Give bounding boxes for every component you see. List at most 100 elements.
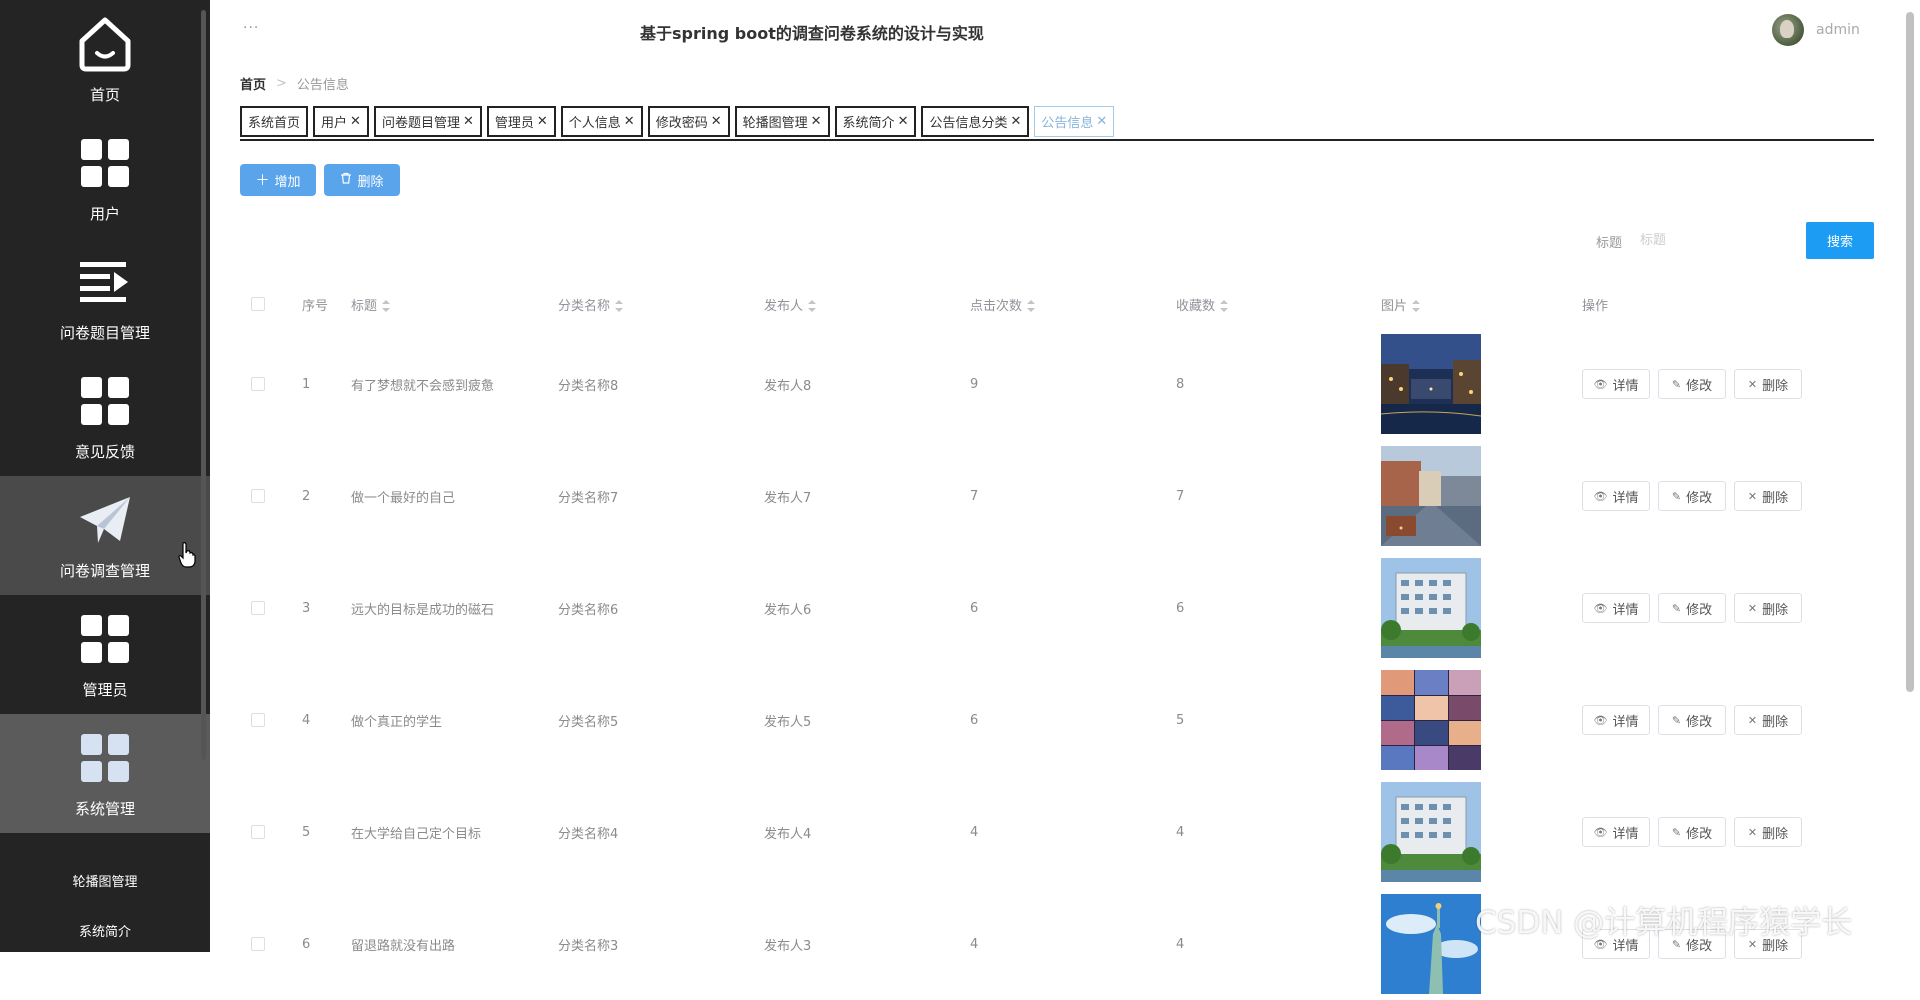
- row-checkbox[interactable]: [251, 713, 265, 727]
- user-name[interactable]: admin: [1816, 22, 1860, 38]
- user-menu[interactable]: admin: [1772, 14, 1860, 46]
- sidebar-item-survey-management[interactable]: 问卷调查管理: [0, 476, 210, 595]
- row-delete-button[interactable]: ✕ 删除: [1734, 817, 1802, 847]
- row-delete-button[interactable]: ✕ 删除: [1734, 481, 1802, 511]
- close-icon[interactable]: ✕: [537, 114, 548, 129]
- sidebar-subitem-label: 系统简介: [78, 924, 131, 940]
- delete-button[interactable]: 删除: [324, 164, 400, 196]
- thumbnail-image-night-canal[interactable]: [1381, 334, 1481, 434]
- sidebar-item-label: 问卷题目管理: [59, 324, 150, 342]
- close-icon[interactable]: ✕: [1010, 114, 1021, 129]
- close-icon: ✕: [1747, 601, 1758, 615]
- row-checkbox[interactable]: [251, 601, 265, 615]
- sort-icon[interactable]: [1027, 300, 1036, 312]
- close-icon[interactable]: ✕: [811, 114, 822, 129]
- thumbnail-image-photo-collage[interactable]: [1381, 670, 1481, 770]
- tab-notice-category[interactable]: 公告信息分类 ✕: [921, 106, 1030, 137]
- column-header-image[interactable]: 图片: [1381, 295, 1421, 314]
- sidebar-item-home[interactable]: 首页: [0, 0, 210, 119]
- cell-publisher: 发布人6: [764, 602, 812, 618]
- row-delete-button[interactable]: ✕ 删除: [1734, 369, 1802, 399]
- column-header-favorites[interactable]: 收藏数: [1176, 295, 1229, 314]
- thumbnail-image-apartment-building[interactable]: [1381, 782, 1481, 882]
- detail-button[interactable]: 👁 详情: [1582, 817, 1650, 847]
- close-icon[interactable]: ✕: [898, 114, 909, 129]
- sort-icon[interactable]: [1412, 300, 1421, 312]
- sidebar-item-feedback[interactable]: 意见反馈: [0, 357, 210, 476]
- column-header-clicks[interactable]: 点击次数: [970, 295, 1036, 314]
- tab-system-home[interactable]: 系统首页: [240, 106, 309, 137]
- cell-clicks: 9: [970, 376, 979, 392]
- thumbnail-image-city-street[interactable]: [1381, 446, 1481, 546]
- detail-button[interactable]: 👁 详情: [1582, 705, 1650, 735]
- row-checkbox[interactable]: [251, 377, 265, 391]
- cell-category: 分类名称8: [558, 378, 619, 394]
- notice-table: 序号 标题 分类名称 发布人 点击次数 收藏数 图片 操作 1 有了梦想就不会感…: [240, 280, 1874, 1000]
- close-icon[interactable]: ✕: [350, 114, 361, 129]
- page-scrollbar[interactable]: [1906, 12, 1914, 692]
- column-header-category[interactable]: 分类名称: [558, 295, 624, 314]
- select-all-checkbox[interactable]: [251, 297, 265, 311]
- tab-users[interactable]: 用户 ✕: [313, 106, 369, 137]
- row-delete-button[interactable]: ✕ 删除: [1734, 705, 1802, 735]
- more-menu-icon[interactable]: ···: [243, 20, 259, 36]
- sort-icon[interactable]: [808, 300, 817, 312]
- sort-icon[interactable]: [615, 300, 624, 312]
- tab-notice-info[interactable]: 公告信息 ✕: [1034, 106, 1115, 137]
- detail-button[interactable]: 👁 详情: [1582, 481, 1650, 511]
- search-button[interactable]: 搜索: [1806, 222, 1874, 259]
- sidebar-subitem-intro[interactable]: 系统简介: [0, 905, 210, 952]
- row-checkbox[interactable]: [251, 489, 265, 503]
- close-icon[interactable]: ✕: [624, 114, 635, 129]
- detail-button[interactable]: 👁 详情: [1582, 369, 1650, 399]
- cell-category: 分类名称7: [558, 490, 619, 506]
- app-title: 基于spring boot的调查问卷系统的设计与实现: [640, 24, 984, 43]
- tab-profile[interactable]: 个人信息 ✕: [560, 106, 643, 137]
- row-checkbox[interactable]: [251, 825, 265, 839]
- detail-button-label: 详情: [1612, 826, 1639, 842]
- sidebar-item-question-management[interactable]: 问卷题目管理: [0, 238, 210, 357]
- sort-icon[interactable]: [1220, 300, 1229, 312]
- sort-icon[interactable]: [382, 300, 391, 312]
- column-header-publisher[interactable]: 发布人: [764, 295, 817, 314]
- table-row: 4 做个真正的学生 分类名称5 发布人5 6 5 👁 详情 ✎ 修改 ✕ 删除: [240, 664, 1874, 776]
- tab-system-intro[interactable]: 系统简介 ✕: [834, 106, 917, 137]
- sidebar-subitem-carousel[interactable]: 轮播图管理: [0, 855, 210, 905]
- close-icon[interactable]: ✕: [1096, 114, 1107, 129]
- search-input[interactable]: [1640, 224, 1790, 256]
- tab-carousel[interactable]: 轮播图管理 ✕: [734, 106, 830, 137]
- column-header-label: 分类名称: [558, 298, 611, 314]
- edit-button[interactable]: ✎ 修改: [1658, 593, 1726, 623]
- edit-button[interactable]: ✎ 修改: [1658, 817, 1726, 847]
- trash-icon: [340, 172, 352, 188]
- close-icon: ✕: [1747, 713, 1758, 727]
- tab-label: 用户: [321, 116, 348, 131]
- tab-change-password[interactable]: 修改密码 ✕: [647, 106, 730, 137]
- edit-button[interactable]: ✎ 修改: [1658, 369, 1726, 399]
- edit-button[interactable]: ✎ 修改: [1658, 705, 1726, 735]
- row-checkbox[interactable]: [251, 937, 265, 951]
- sidebar-item-admins[interactable]: 管理员: [0, 595, 210, 714]
- edit-button-label: 修改: [1686, 714, 1713, 730]
- sidebar-scrollbar[interactable]: [201, 10, 206, 760]
- breadcrumb-home[interactable]: 首页: [240, 74, 266, 93]
- column-header-title[interactable]: 标题: [351, 295, 391, 314]
- cell-clicks: 4: [970, 824, 979, 840]
- detail-button[interactable]: 👁 详情: [1582, 593, 1650, 623]
- tab-question-management[interactable]: 问卷题目管理 ✕: [373, 106, 482, 137]
- sidebar-item-system-management[interactable]: 系统管理: [0, 714, 210, 833]
- close-icon[interactable]: ✕: [711, 114, 722, 129]
- cell-index: 5: [302, 824, 311, 840]
- avatar[interactable]: [1772, 14, 1804, 46]
- edit-button[interactable]: ✎ 修改: [1658, 481, 1726, 511]
- thumbnail-image-apartment-building[interactable]: [1381, 558, 1481, 658]
- thumbnail-image-statue-of-liberty[interactable]: [1381, 894, 1481, 994]
- cell-clicks: 7: [970, 488, 979, 504]
- row-delete-button[interactable]: ✕ 删除: [1734, 593, 1802, 623]
- add-button[interactable]: ＋增加: [240, 164, 316, 196]
- tab-admins[interactable]: 管理员 ✕: [486, 106, 556, 137]
- sidebar-item-users[interactable]: 用户: [0, 119, 210, 238]
- close-icon[interactable]: ✕: [463, 114, 474, 129]
- tab-label: 系统简介: [842, 116, 895, 131]
- column-header-label: 图片: [1381, 298, 1408, 314]
